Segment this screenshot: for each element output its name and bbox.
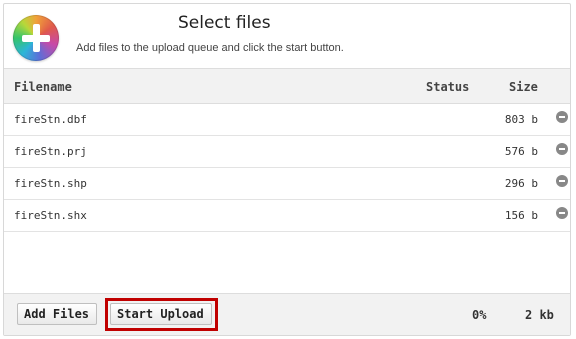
- file-row: fireStn.shx 156 b: [4, 200, 570, 232]
- upload-widget: Select files Add files to the upload que…: [3, 3, 571, 336]
- column-size: Size: [509, 80, 538, 94]
- add-files-button[interactable]: Add Files: [17, 303, 97, 325]
- start-upload-button[interactable]: Start Upload: [110, 303, 212, 325]
- column-filename: Filename: [14, 80, 72, 94]
- column-status: Status: [426, 80, 470, 94]
- upload-header: Select files Add files to the upload que…: [4, 4, 570, 68]
- page-subtitle: Add files to the upload queue and click …: [76, 42, 344, 54]
- upload-footer: Add Files Start Upload 0% 2 kb: [4, 293, 570, 335]
- file-size: 803 b: [504, 113, 538, 126]
- file-name: fireStn.shp: [14, 177, 87, 190]
- file-size: 156 b: [504, 209, 538, 222]
- file-name: fireStn.prj: [14, 145, 87, 158]
- file-list: fireStn.dbf 803 b fireStn.prj 576 b fire…: [4, 104, 570, 294]
- page-title: Select files: [178, 13, 271, 33]
- minus-circle-icon[interactable]: [556, 111, 568, 123]
- file-row: fireStn.prj 576 b: [4, 136, 570, 168]
- plus-circle-icon: [13, 15, 59, 61]
- file-row: fireStn.dbf 803 b: [4, 104, 570, 136]
- minus-circle-icon[interactable]: [556, 175, 568, 187]
- file-list-header: Filename Status Size: [4, 68, 570, 104]
- minus-circle-icon[interactable]: [556, 143, 568, 155]
- file-name: fireStn.dbf: [14, 113, 87, 126]
- file-size: 296 b: [504, 177, 538, 190]
- upload-progress-percent: 0%: [472, 308, 487, 322]
- file-name: fireStn.shx: [14, 209, 87, 222]
- file-row: fireStn.shp 296 b: [4, 168, 570, 200]
- file-size: 576 b: [504, 145, 538, 158]
- total-size: 2 kb: [525, 308, 554, 322]
- minus-circle-icon[interactable]: [556, 207, 568, 219]
